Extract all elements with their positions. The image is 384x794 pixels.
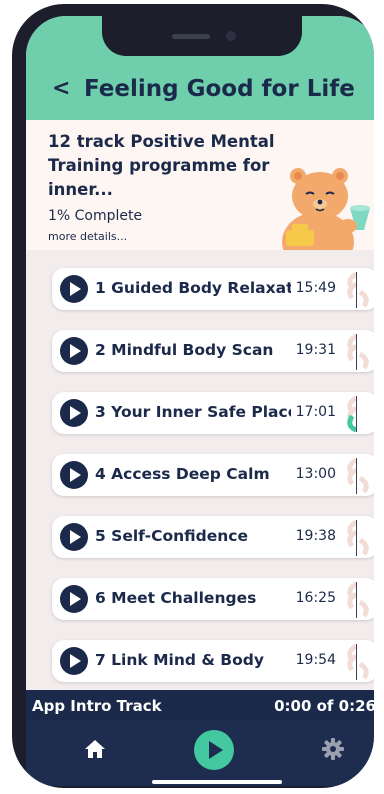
- progress-divider: [356, 334, 357, 370]
- page-title: Feeling Good for Life: [84, 76, 355, 102]
- progress-text: 1% Complete: [48, 208, 143, 224]
- play-icon[interactable]: [60, 523, 88, 551]
- home-icon[interactable]: [84, 738, 106, 760]
- progress-divider: [356, 644, 357, 680]
- play-icon[interactable]: [60, 585, 88, 613]
- now-playing-time: 0:00 of 0:26: [274, 697, 374, 715]
- track-title: 3 Your Inner Safe Place: [95, 403, 291, 421]
- track-list: 1 Guided Body Relaxat 15:49 2 Mindful Bo…: [26, 250, 374, 690]
- home-indicator: [152, 780, 282, 784]
- app-screen: < Feeling Good for Life 12 track Positiv…: [26, 16, 374, 786]
- programme-description: 12 track Positive Mental Training progra…: [48, 132, 275, 199]
- play-icon[interactable]: [60, 461, 88, 489]
- track-title: 7 Link Mind & Body: [95, 651, 264, 669]
- track-item[interactable]: 2 Mindful Body Scan 19:31: [52, 330, 374, 372]
- track-title: 1 Guided Body Relaxat: [95, 279, 291, 297]
- gear-icon[interactable]: [322, 738, 344, 760]
- track-duration: 15:49: [295, 280, 336, 296]
- play-icon[interactable]: [60, 275, 88, 303]
- track-title: 6 Meet Challenges: [95, 589, 257, 607]
- now-playing-bar[interactable]: App Intro Track 0:00 of 0:26: [26, 690, 374, 720]
- phone-notch: [102, 16, 302, 56]
- play-icon[interactable]: [60, 337, 88, 365]
- progress-divider: [356, 458, 357, 494]
- play-icon[interactable]: [60, 399, 88, 427]
- track-item[interactable]: 6 Meet Challenges 16:25: [52, 578, 374, 620]
- tab-bar: [26, 720, 374, 786]
- track-duration: 17:01: [295, 404, 336, 420]
- track-title: 4 Access Deep Calm: [95, 465, 270, 483]
- track-duration: 19:54: [295, 652, 336, 668]
- speaker-grille: [172, 34, 210, 39]
- track-duration: 13:00: [295, 466, 336, 482]
- track-item[interactable]: 1 Guided Body Relaxat 15:49: [52, 268, 374, 310]
- track-title: 5 Self-Confidence: [95, 527, 248, 545]
- track-item[interactable]: 5 Self-Confidence 19:38: [52, 516, 374, 558]
- track-item[interactable]: 7 Link Mind & Body 19:54: [52, 640, 374, 682]
- track-duration: 19:38: [295, 528, 336, 544]
- bear-illustration: [282, 168, 370, 254]
- track-item[interactable]: 4 Access Deep Calm 13:00: [52, 454, 374, 496]
- play-icon[interactable]: [60, 647, 88, 675]
- now-playing-title: App Intro Track: [32, 697, 162, 715]
- camera-dot: [226, 31, 236, 41]
- progress-divider: [356, 272, 357, 308]
- track-item[interactable]: 3 Your Inner Safe Place 17:01: [52, 392, 374, 434]
- more-details-link[interactable]: more details...: [48, 230, 127, 243]
- progress-divider: [356, 520, 357, 556]
- progress-divider: [356, 582, 357, 618]
- chevron-left-icon[interactable]: <: [52, 76, 70, 101]
- track-duration: 19:31: [295, 342, 336, 358]
- play-icon[interactable]: [194, 730, 234, 770]
- track-title: 2 Mindful Body Scan: [95, 341, 274, 359]
- phone-frame: < Feeling Good for Life 12 track Positiv…: [12, 4, 374, 788]
- progress-divider: [356, 396, 357, 432]
- track-duration: 16:25: [295, 590, 336, 606]
